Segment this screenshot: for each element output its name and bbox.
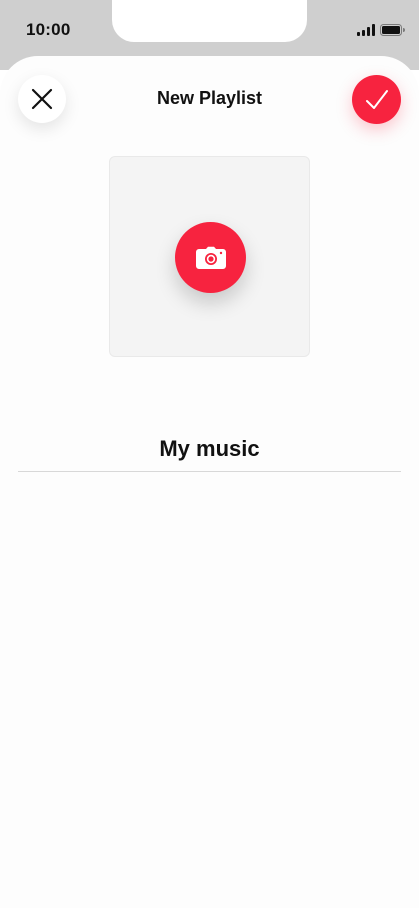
status-time: 10:00 bbox=[26, 20, 71, 39]
status-icons bbox=[357, 22, 405, 36]
playlist-name-input[interactable] bbox=[18, 426, 401, 472]
done-button[interactable] bbox=[352, 75, 401, 124]
cellular-signal-icon bbox=[357, 24, 375, 36]
battery-icon bbox=[380, 24, 405, 36]
checkmark-icon bbox=[365, 89, 388, 109]
camera-icon bbox=[195, 246, 226, 269]
add-photo-button[interactable] bbox=[175, 222, 246, 293]
phone-screen: 10:00 New Playlist bbox=[0, 0, 419, 908]
notch bbox=[112, 0, 307, 42]
